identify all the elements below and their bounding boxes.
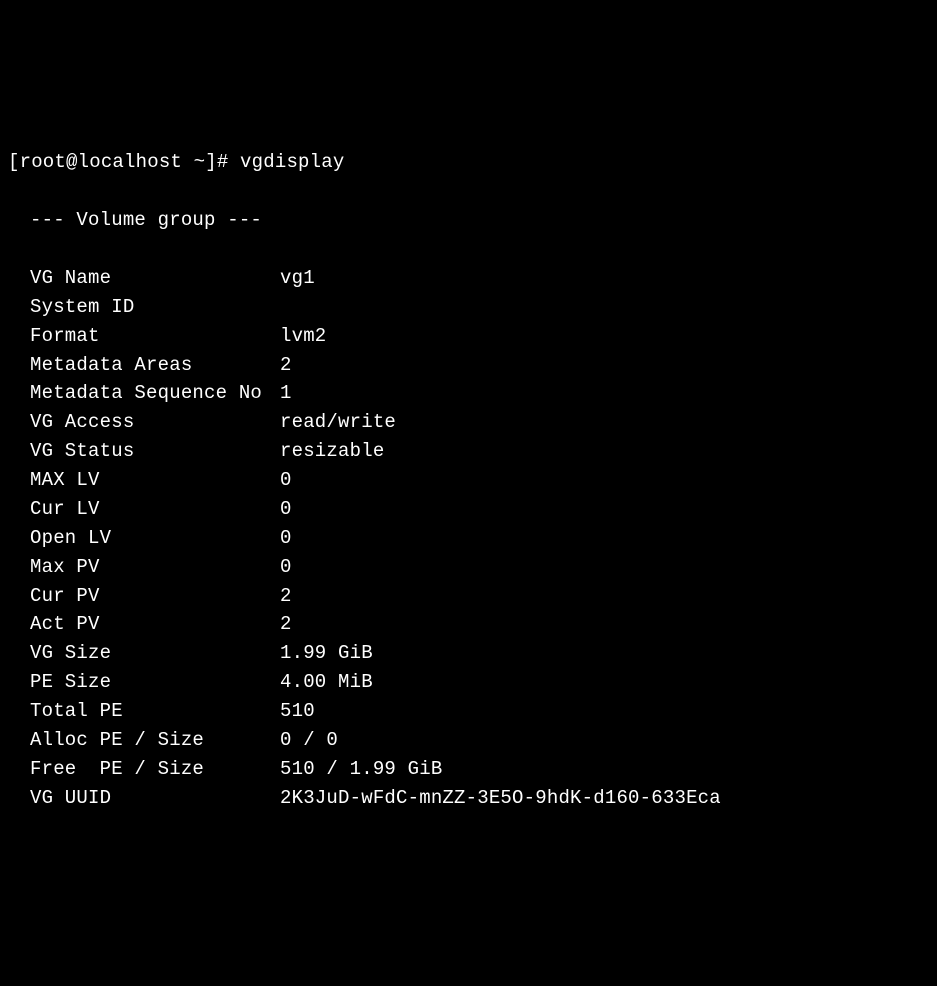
vg-field-label: Format: [8, 322, 280, 351]
vg-field-row: System ID: [8, 293, 929, 322]
vg-field-value: 0 / 0: [280, 726, 338, 755]
vg-field-label: Metadata Sequence No: [8, 379, 280, 408]
vg-field-label: Max PV: [8, 553, 280, 582]
prompt-line: [root@localhost ~]# vgdisplay: [8, 148, 929, 177]
vg-field-row: Metadata Areas2: [8, 351, 929, 380]
vg-field-label: Alloc PE / Size: [8, 726, 280, 755]
vg-field-label: PE Size: [8, 668, 280, 697]
command-text: vgdisplay: [240, 148, 344, 177]
vg-field-label: MAX LV: [8, 466, 280, 495]
vg-field-row: Open LV0: [8, 524, 929, 553]
vg-field-value: 4.00 MiB: [280, 668, 373, 697]
vg-field-label: VG UUID: [8, 784, 280, 813]
vg-field-value: vg1: [280, 264, 315, 293]
vg-field-label: Cur LV: [8, 495, 280, 524]
vg-field-value: 510: [280, 697, 315, 726]
vg-field-label: Total PE: [8, 697, 280, 726]
vg-field-value: 0: [280, 466, 292, 495]
vg-field-label: Free PE / Size: [8, 755, 280, 784]
vg-field-row: VG UUID2K3JuD-wFdC-mnZZ-3E5O-9hdK-d160-6…: [8, 784, 929, 813]
vg-field-label: System ID: [8, 293, 280, 322]
vg-field-row: VG Accessread/write: [8, 408, 929, 437]
vg-field-value: 510 / 1.99 GiB: [280, 755, 442, 784]
vg-field-label: Open LV: [8, 524, 280, 553]
vg-field-value: 2: [280, 610, 292, 639]
volume-group-header: --- Volume group ---: [8, 206, 929, 235]
vg-field-value: 0: [280, 524, 292, 553]
vg-field-value: 2: [280, 351, 292, 380]
vg-field-label: VG Size: [8, 639, 280, 668]
vg-fields: VG Namevg1System IDFormatlvm2Metadata Ar…: [8, 264, 929, 813]
terminal-output: [root@localhost ~]# vgdisplay --- Volume…: [8, 120, 929, 842]
vg-field-value: 1: [280, 379, 292, 408]
vg-field-value: 2: [280, 582, 292, 611]
vg-field-row: VG Namevg1: [8, 264, 929, 293]
vg-field-row: VG Statusresizable: [8, 437, 929, 466]
shell-prompt: [root@localhost ~]#: [8, 148, 240, 177]
vg-field-row: Formatlvm2: [8, 322, 929, 351]
vg-field-value: 2K3JuD-wFdC-mnZZ-3E5O-9hdK-d160-633Eca: [280, 784, 721, 813]
vg-field-row: Act PV2: [8, 610, 929, 639]
vg-field-label: Metadata Areas: [8, 351, 280, 380]
vg-field-row: VG Size1.99 GiB: [8, 639, 929, 668]
vg-field-value: read/write: [280, 408, 396, 437]
vg-field-row: Cur PV2: [8, 582, 929, 611]
vg-field-value: lvm2: [280, 322, 326, 351]
vg-field-label: Cur PV: [8, 582, 280, 611]
vg-field-row: PE Size4.00 MiB: [8, 668, 929, 697]
vg-field-value: 0: [280, 553, 292, 582]
vg-field-label: VG Access: [8, 408, 280, 437]
vg-field-value: 1.99 GiB: [280, 639, 373, 668]
vg-field-row: MAX LV0: [8, 466, 929, 495]
vg-field-value: resizable: [280, 437, 384, 466]
vg-field-label: VG Status: [8, 437, 280, 466]
vg-field-row: Metadata Sequence No1: [8, 379, 929, 408]
vg-field-row: Total PE510: [8, 697, 929, 726]
vg-field-row: Free PE / Size510 / 1.99 GiB: [8, 755, 929, 784]
vg-field-value: 0: [280, 495, 292, 524]
vg-field-row: Cur LV0: [8, 495, 929, 524]
vg-field-row: Alloc PE / Size0 / 0: [8, 726, 929, 755]
vg-field-label: VG Name: [8, 264, 280, 293]
vg-field-row: Max PV0: [8, 553, 929, 582]
vg-field-label: Act PV: [8, 610, 280, 639]
